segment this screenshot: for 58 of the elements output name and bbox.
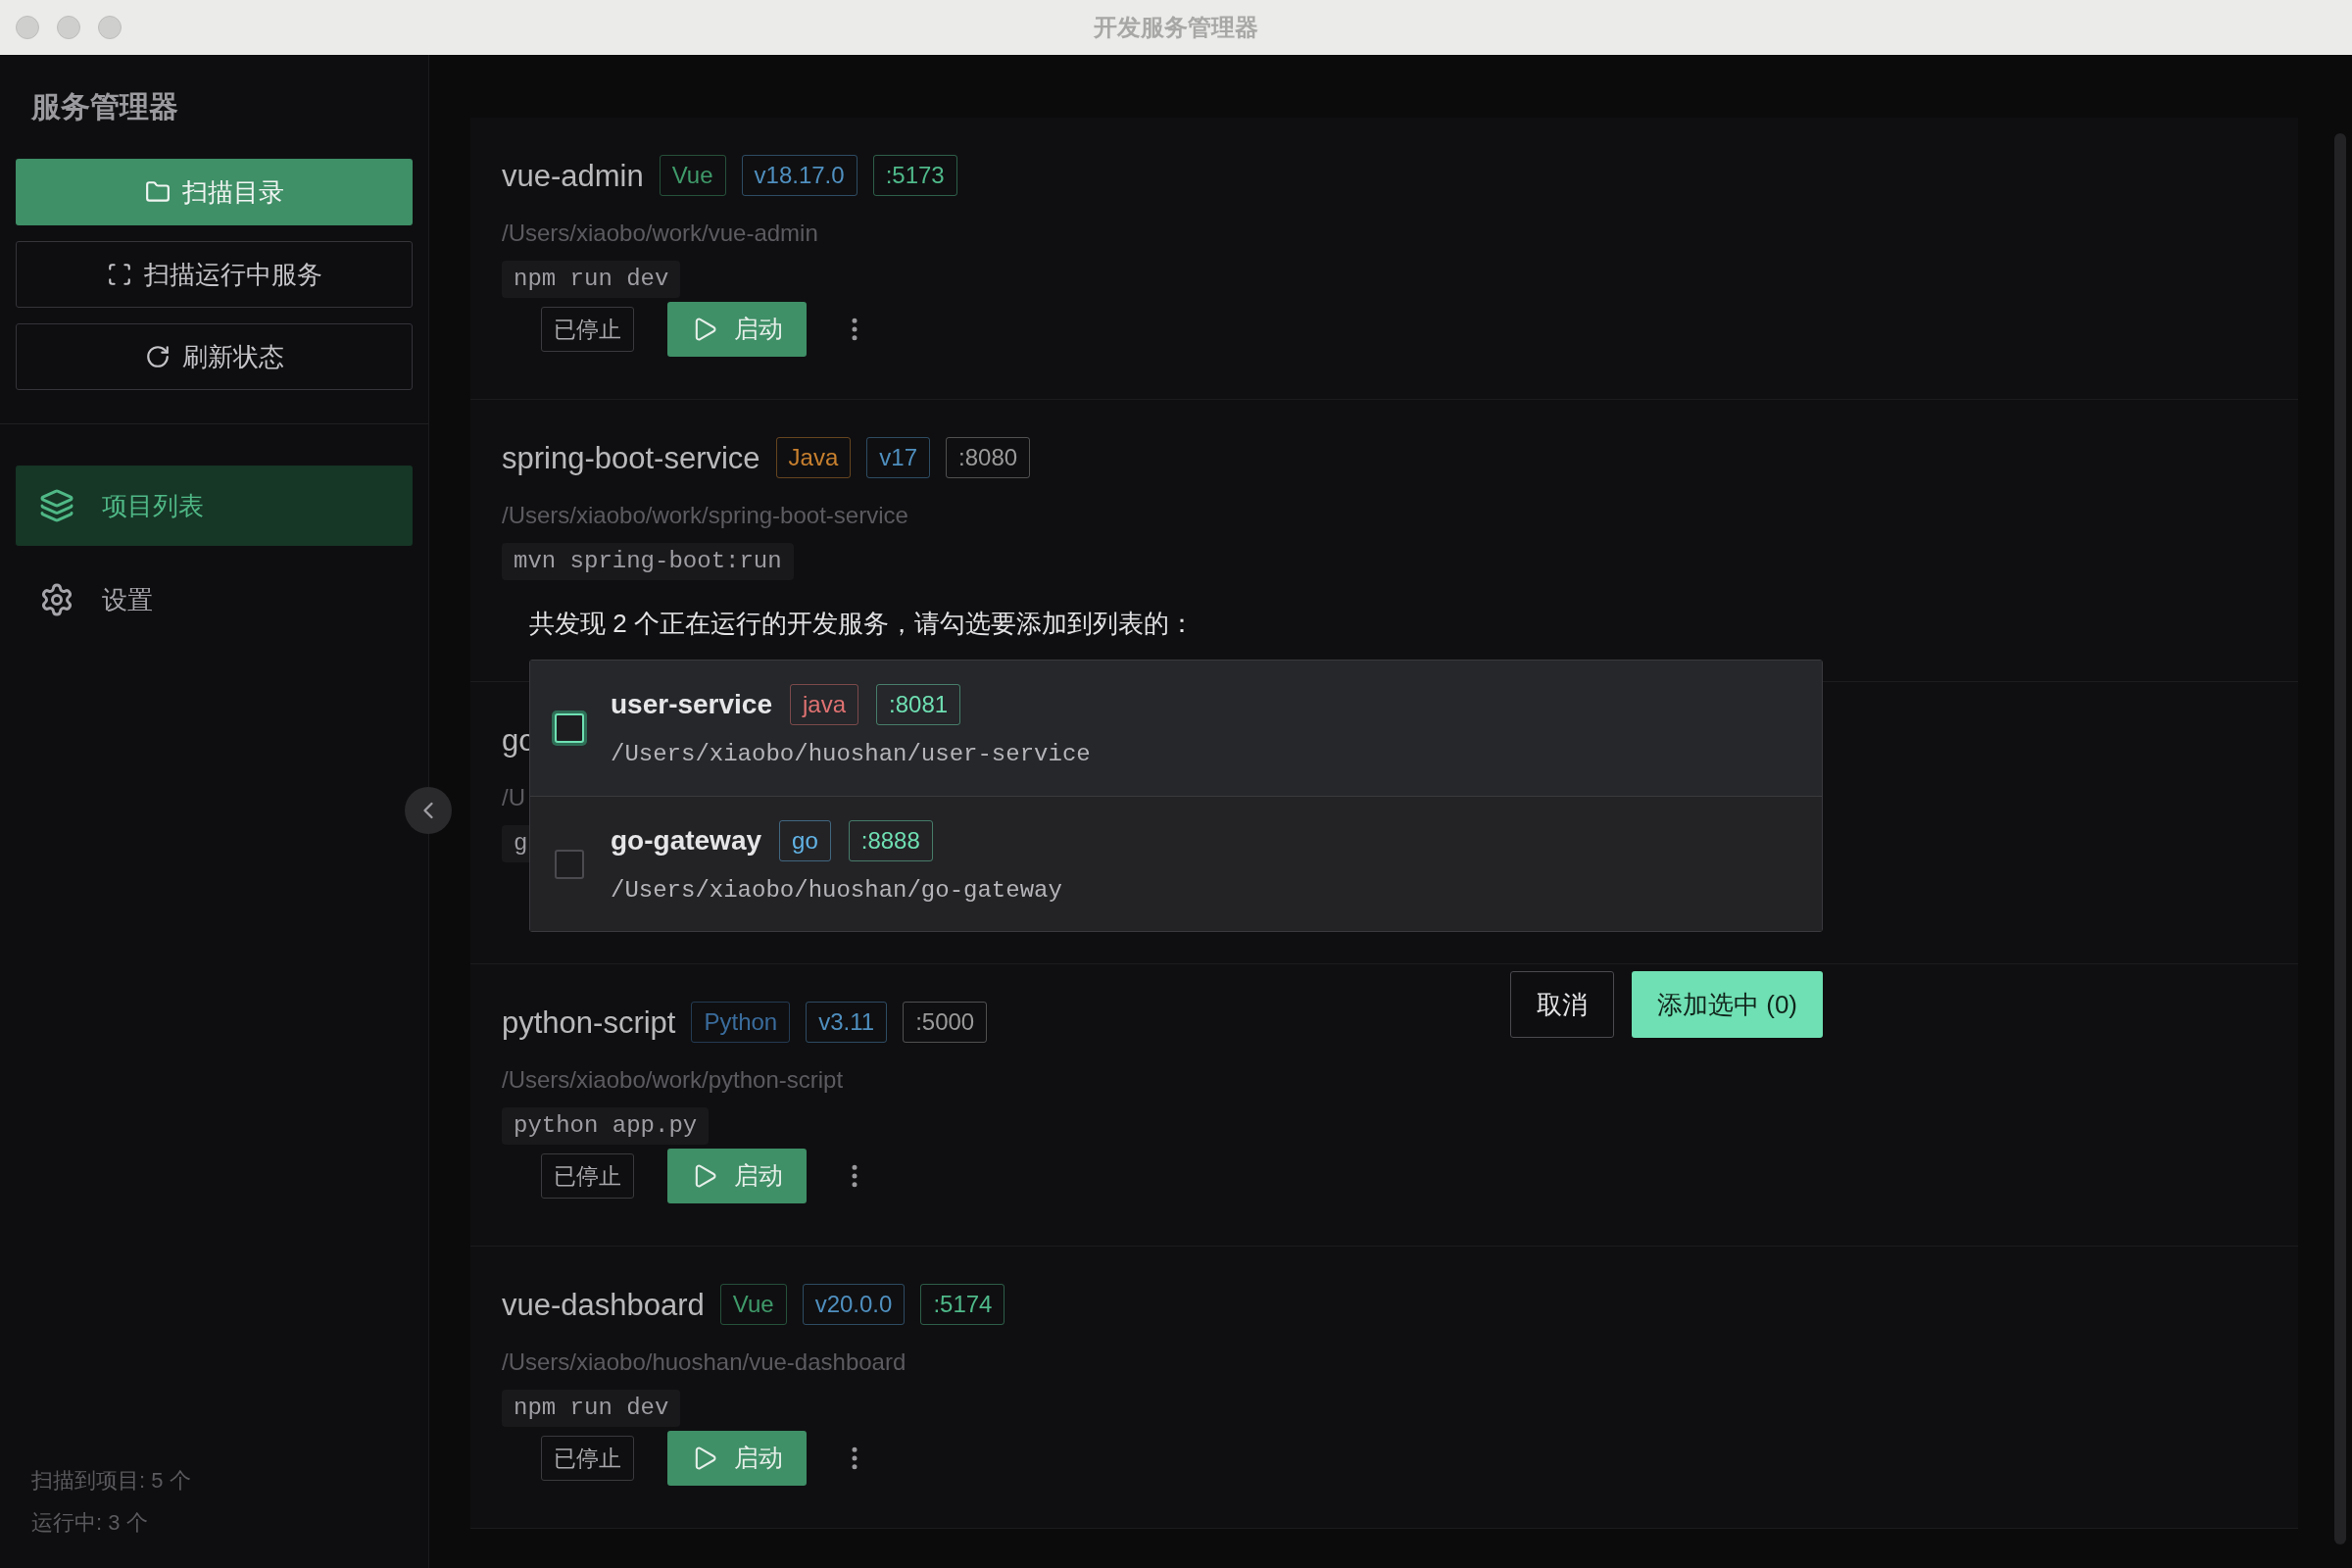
window-title: 开发服务管理器 [1094,13,1258,42]
collapse-button[interactable] [405,787,452,834]
nav-item[interactable]: 设置 [16,560,413,640]
refresh-icon [144,344,171,369]
tag: v3.11 [806,1002,888,1043]
sidebar-action-button[interactable]: 扫描目录 [16,159,413,225]
tag: v17 [866,437,930,478]
tag: :5173 [872,155,957,196]
project-path: /Users/xiaobo/work/python-script [502,1065,844,1095]
tag: :8081 [876,684,961,725]
tag: Java [775,437,852,478]
tag: :8888 [848,819,933,861]
project-path: /Users/xiaobo/work/vue-admin [502,219,818,248]
service-row[interactable]: user-service java :8081 /Users/xiaobo/huoshan/user-service [530,661,1822,796]
stat-text: 扫描到项目: 5 个 [31,1467,192,1494]
service-name: go-gateway [611,823,762,858]
project-name: vue-dashboard [502,1289,705,1320]
tag: Vue [659,155,726,196]
service-row[interactable]: go-gateway go :8888 /Users/xiaobo/huoshan/go-gateway [530,796,1822,931]
service-path: /Users/xiaobo/huoshan/go-gateway [611,875,1062,906]
scrollbar[interactable] [2334,133,2346,1544]
command: mvn spring-boot:run [502,543,794,580]
project-name: vue-admin [502,160,644,191]
layers-icon [39,488,74,523]
tag: Vue [719,1284,787,1325]
tag: Python [691,1002,791,1043]
command: npm run dev [502,1390,681,1427]
tag: :5000 [903,1002,988,1043]
service-path: /Users/xiaobo/huoshan/user-service [611,740,1091,769]
stat-text: 运行中: 3 个 [31,1509,149,1537]
tag: v20.0.0 [802,1284,906,1325]
dialog-message: 共发现 2 个正在运行的开发服务，请勾选要添加到列表的： [529,608,1196,640]
settings-icon [39,582,74,617]
tag: :8080 [946,437,1031,478]
status-badge: 已停止 [541,1436,634,1481]
cancel-button[interactable]: 取消 [1510,971,1614,1038]
project-path: /Users/xiaobo/huoshan/vue-dashboard [502,1348,906,1377]
sidebar-action-button[interactable]: 刷新状态 [16,323,413,390]
project-name: python-script [502,1006,676,1038]
command: python app.py [502,1107,710,1145]
tag: v18.17.0 [741,155,858,196]
status-badge: 已停止 [541,307,634,352]
project-path: /Users/xiaobo/work/spring-boot-service [502,501,908,530]
command: npm run dev [502,261,681,298]
status-badge: 已停止 [541,1153,634,1199]
project-path: /U [502,783,525,812]
folder-icon [144,179,171,205]
project-name: spring-boot-service [502,442,760,473]
app-title: 服务管理器 [31,90,178,122]
add-selected-button[interactable]: 添加选中 (0) [1632,971,1823,1038]
checkbox[interactable] [555,849,584,879]
tag: go [779,819,831,861]
service-name: user-service [611,688,772,721]
nav-item[interactable]: 项目列表 [16,466,413,546]
scan-icon [106,262,132,287]
tag: :5174 [920,1284,1005,1325]
sidebar-action-button[interactable]: 扫描运行中服务 [16,241,413,308]
tag: java [790,684,859,725]
